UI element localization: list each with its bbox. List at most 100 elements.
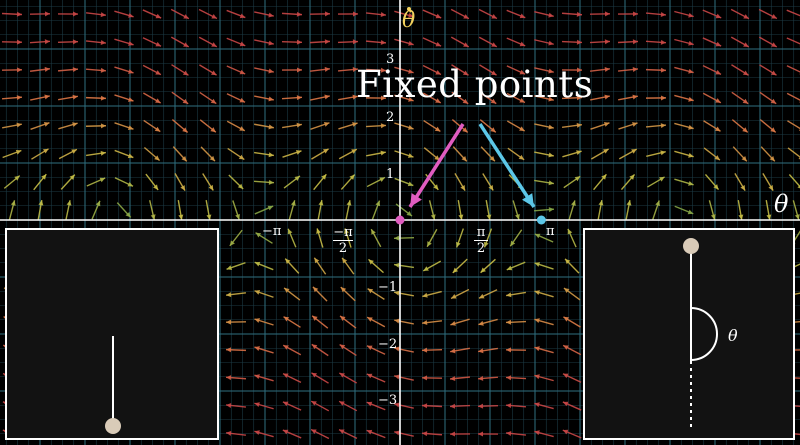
vector-field-arrowhead: [226, 375, 232, 381]
y-tick-1: 1: [386, 167, 395, 182]
vector-field-arrowhead: [324, 11, 330, 17]
vector-field-arrowhead: [182, 98, 189, 104]
vector-field-arrowhead: [296, 95, 302, 101]
vector-field-arrowhead: [380, 39, 386, 45]
y-tick-3: 3: [386, 52, 395, 67]
vector-field-arrowhead: [43, 121, 50, 127]
vector-field-arrowhead: [100, 95, 106, 101]
vector-field-arrowhead: [394, 430, 400, 436]
vector-field-arrowhead: [548, 40, 554, 46]
vector-field-arrowhead: [100, 123, 106, 129]
y-tick-2: 2: [386, 110, 395, 125]
vector-field-arrowhead: [66, 200, 72, 206]
vector-field-arrowhead: [127, 125, 134, 130]
y-tick-neg2: −2: [378, 337, 398, 352]
x-tick-neg-half-num: −π: [333, 225, 353, 240]
vector-field-arrowhead: [16, 67, 22, 73]
vector-field-arrowhead: [268, 68, 274, 74]
vector-field-arrowhead: [548, 124, 554, 130]
pendulum-bob: [683, 238, 699, 254]
angle-theta-label: θ: [728, 326, 738, 345]
vector-field-arrowhead: [38, 200, 44, 206]
fixed-points-title: Fixed points: [356, 63, 594, 106]
vector-field-arrowhead: [604, 11, 610, 17]
vector-field-arrowhead: [268, 96, 274, 102]
vector-field-arrowhead: [548, 152, 554, 158]
vector-field-arrowhead: [655, 200, 660, 207]
vector-field-arrowhead: [450, 348, 456, 354]
phase-space-scene: Fixed points θ̇ θ 3 2 1 −1 −2 −3 −π π −π…: [0, 0, 800, 445]
vector-field-arrowhead: [268, 40, 274, 46]
x-axis-label: θ: [774, 190, 789, 218]
vector-field-arrowhead: [660, 11, 666, 17]
vector-field-arrowhead: [450, 403, 456, 409]
angle-arc: [690, 307, 718, 361]
vector-field-arrowhead: [766, 214, 772, 220]
vector-field-arrowhead: [632, 39, 638, 45]
y-tick-neg1: −1: [378, 280, 398, 295]
vector-field-arrowhead: [603, 122, 610, 127]
vector-field-arrowhead: [268, 179, 274, 185]
vector-field-arrowhead: [44, 11, 50, 17]
vector-field-arrowhead: [422, 431, 428, 437]
vector-field-arrowhead: [632, 11, 638, 17]
callout-arrow-stable: [408, 123, 465, 208]
pendulum-inverted-drawing: [683, 238, 718, 430]
vector-field-arrowhead: [576, 39, 582, 45]
vector-field-arrowhead: [296, 11, 302, 17]
fixed-point-stable: [395, 215, 405, 225]
vector-field-arrowhead: [486, 214, 492, 220]
vector-field-arrowhead: [268, 12, 274, 18]
vector-field-arrowhead: [660, 39, 666, 45]
y-axis-label: θ̇: [402, 8, 416, 33]
vector-field-arrowhead: [506, 319, 512, 325]
vector-field-arrowhead: [660, 123, 666, 129]
vector-field-arrowhead: [16, 11, 22, 17]
vector-field-arrowhead: [506, 375, 512, 381]
vector-field-arrowhead: [16, 39, 22, 45]
x-tick-half-pi: π 2: [474, 226, 488, 255]
vector-field-arrowhead: [16, 95, 22, 101]
vector-field-arrowhead: [660, 95, 666, 101]
x-tick-neg-half-pi: −π 2: [333, 226, 353, 255]
vector-field-arrowhead: [458, 214, 464, 220]
vector-field-arrowhead: [226, 319, 232, 325]
vector-field-arrowhead: [324, 94, 330, 100]
vector-field-arrowhead: [407, 153, 414, 158]
vector-field-arrowhead: [254, 290, 261, 295]
y-tick-neg3: −3: [378, 393, 398, 408]
vector-field-arrowhead: [318, 200, 324, 206]
vector-field-arrowhead: [506, 403, 512, 409]
vector-field-arrowhead: [16, 122, 22, 128]
vector-field-arrowhead: [324, 39, 330, 45]
vector-field-arrowhead: [72, 11, 78, 17]
vector-field-arrowhead: [660, 67, 666, 73]
vector-field-arrowhead: [548, 12, 554, 18]
vector-field-arrowhead: [268, 124, 274, 130]
vector-field-arrowhead: [394, 318, 400, 324]
vector-field-arrowhead: [548, 207, 554, 213]
vector-field-arrowhead: [346, 200, 352, 206]
pendulum-panel-inverted: θ: [583, 228, 795, 440]
vector-field-arrowhead: [604, 94, 610, 100]
x-tick-neg-pi: −π: [262, 224, 282, 239]
vector-field-arrowhead: [626, 200, 632, 206]
vector-field-arrowhead: [296, 39, 302, 45]
vector-field-arrowhead: [235, 213, 240, 220]
vector-field-arrow: [786, 9, 800, 17]
vector-field-arrowhead: [44, 39, 50, 45]
vector-field-arrowhead: [100, 67, 106, 73]
pendulum-panel-hanging: [5, 228, 219, 440]
x-tick-half-den: 2: [476, 241, 486, 256]
vector-field-arrowhead: [380, 150, 386, 156]
pendulum-hanging-drawing: [105, 336, 121, 434]
vector-field-arrowhead: [738, 214, 744, 220]
vector-field-arrowhead: [72, 67, 78, 73]
vector-field-arrowhead: [323, 122, 330, 127]
vector-field-arrowhead: [44, 94, 50, 100]
vector-field-arrowhead: [450, 431, 456, 437]
vector-field-arrowhead: [660, 150, 666, 156]
callout-arrow-unstable: [478, 123, 536, 208]
vector-field-arrowhead: [72, 39, 78, 45]
vector-field-arrowhead: [576, 11, 582, 17]
